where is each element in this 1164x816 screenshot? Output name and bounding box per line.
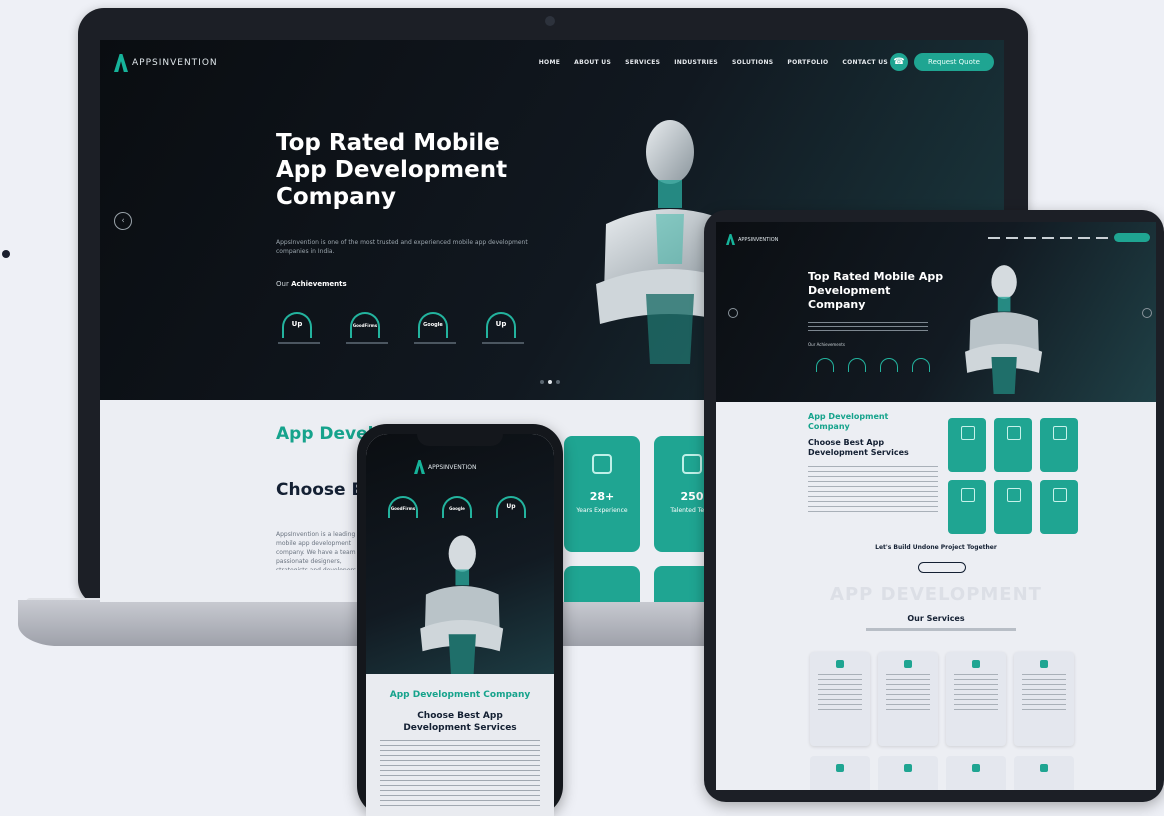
section-subheading: Choose Best App Development Services bbox=[276, 480, 366, 500]
nav-item-contact[interactable]: CONTACT US bbox=[842, 59, 888, 66]
badge-upwork: Up bbox=[278, 312, 320, 344]
phone-section-subheading: Choose Best App Development Services bbox=[403, 711, 517, 733]
tablet-tile bbox=[1040, 480, 1078, 534]
phone-badges: GoodFirms Google Up bbox=[388, 496, 526, 518]
tablet-services-desc bbox=[866, 628, 1016, 631]
request-quote-button[interactable]: Request Quote bbox=[914, 53, 994, 71]
service-card[interactable] bbox=[810, 756, 870, 790]
nav-item-industries[interactable]: INDUSTRIES bbox=[674, 59, 718, 66]
nav-menu: HOME ABOUT US SERVICES INDUSTRIES SOLUTI… bbox=[539, 59, 888, 66]
badge-label: Up bbox=[495, 320, 507, 328]
tablet-cta-button[interactable] bbox=[918, 562, 966, 573]
service-card[interactable] bbox=[1014, 652, 1074, 746]
laptop-camera bbox=[545, 16, 555, 26]
tablet-quote-button[interactable] bbox=[1114, 233, 1150, 242]
tablet-services-title: Our Services bbox=[907, 614, 965, 623]
phone-logo-text: APPSINVENTION bbox=[428, 463, 477, 471]
stat-number: 28+ bbox=[589, 490, 615, 503]
badge-label: Google bbox=[449, 506, 465, 511]
stat-tile-experience: 28+ Years Experience bbox=[564, 436, 640, 552]
stat-label: Years Experience bbox=[576, 507, 628, 514]
badge-label: Up bbox=[506, 503, 516, 510]
bullet-dot bbox=[2, 250, 10, 258]
phone-notch bbox=[417, 430, 503, 446]
phone-call-icon[interactable]: ☎ bbox=[890, 53, 908, 71]
achievements-prefix: Our bbox=[276, 280, 289, 288]
tablet-badges bbox=[816, 358, 930, 372]
tablet-hero: APPSINVENTION Top Rated Mobile App Devel… bbox=[716, 222, 1156, 402]
tablet-tile bbox=[994, 480, 1032, 534]
logo-mark-icon bbox=[414, 460, 425, 474]
team-icon bbox=[682, 454, 702, 474]
tablet-robot-illustration bbox=[965, 265, 1043, 394]
logo-mark-icon bbox=[726, 234, 735, 245]
site-logo[interactable]: APPSINVENTION bbox=[114, 54, 218, 72]
tablet-tile bbox=[1040, 418, 1078, 472]
service-card[interactable] bbox=[810, 652, 870, 746]
slider-dots[interactable] bbox=[540, 380, 560, 384]
tablet-tile bbox=[948, 480, 986, 534]
badge-upwork-2: Up bbox=[482, 312, 524, 344]
tablet-logo-text: APPSINVENTION bbox=[738, 236, 779, 243]
service-card[interactable] bbox=[946, 652, 1006, 746]
service-card[interactable] bbox=[878, 652, 938, 746]
tablet-screen: APPSINVENTION Top Rated Mobile App Devel… bbox=[716, 222, 1156, 790]
nav-item-portfolio[interactable]: PORTFOLIO bbox=[787, 59, 828, 66]
hero-title: Top Rated Mobile App Development Company bbox=[276, 130, 508, 210]
device-mockup-showcase: APPSINVENTION HOME ABOUT US SERVICES IND… bbox=[0, 0, 1164, 816]
stat-tile-3 bbox=[564, 566, 640, 602]
phone-screen: APPSINVENTION GoodFirms Google Up App De… bbox=[366, 434, 554, 816]
tablet-tile bbox=[994, 418, 1032, 472]
badge-label: Up bbox=[291, 320, 303, 328]
tablet-section-heading: App Development Company bbox=[808, 412, 889, 431]
top-navbar: APPSINVENTION HOME ABOUT US SERVICES IND… bbox=[100, 48, 1004, 78]
tablet-tile bbox=[948, 418, 986, 472]
phone-logo[interactable]: APPSINVENTION bbox=[414, 460, 476, 474]
tablet-section-subheading: Choose Best App Development Services bbox=[808, 438, 909, 457]
tablet-achievements: Our Achievements bbox=[808, 342, 845, 347]
nav-item-services[interactable]: SERVICES bbox=[625, 59, 660, 66]
nav-item-about[interactable]: ABOUT US bbox=[574, 59, 611, 66]
phone-section-heading: App Development Company bbox=[389, 690, 531, 700]
achievements-label: Our Achievements bbox=[276, 280, 347, 288]
phone-section-paragraph bbox=[380, 740, 540, 810]
nav-item-solutions[interactable]: SOLUTIONS bbox=[732, 59, 773, 66]
badge-upwork: Up bbox=[496, 496, 526, 518]
badge-google: Google bbox=[414, 312, 456, 344]
service-card[interactable] bbox=[1014, 756, 1074, 790]
logo-text: APPSINVENTION bbox=[132, 58, 218, 68]
badge-label: GoodFirms bbox=[390, 506, 416, 511]
tablet-next-arrow-icon[interactable] bbox=[1142, 308, 1152, 318]
tablet-prev-arrow-icon[interactable] bbox=[728, 308, 738, 318]
hero-subtitle: AppsInvention is one of the most trusted… bbox=[276, 239, 528, 255]
tablet-nav-menu[interactable] bbox=[988, 237, 1108, 239]
tablet-cta-text: Let's Build Undone Project Together bbox=[875, 544, 997, 551]
logo-mark-icon bbox=[114, 54, 128, 72]
badge-goodfirms: GoodFirms bbox=[346, 312, 388, 344]
tablet-hero-title: Top Rated Mobile App Development Company bbox=[808, 270, 944, 311]
tablet-hero-subtitle bbox=[808, 322, 928, 332]
hero-prev-arrow-icon[interactable]: ‹ bbox=[114, 212, 132, 230]
tablet-section-paragraph bbox=[808, 466, 938, 516]
badge-label: GoodFirms bbox=[352, 323, 378, 328]
tablet-logo[interactable]: APPSINVENTION bbox=[726, 234, 778, 245]
badge-label: Google bbox=[423, 322, 443, 328]
service-card[interactable] bbox=[878, 756, 938, 790]
phone-hero: APPSINVENTION GoodFirms Google Up bbox=[366, 434, 554, 674]
achievement-badges: Up GoodFirms Google Up bbox=[278, 312, 524, 344]
badge-google: Google bbox=[442, 496, 472, 518]
service-card[interactable] bbox=[946, 756, 1006, 790]
achievements-word: Achievements bbox=[291, 280, 347, 288]
phone-robot-illustration bbox=[420, 535, 504, 674]
section-paragraph: AppsInvention is a leading mobile app de… bbox=[276, 531, 363, 570]
badge-goodfirms: GoodFirms bbox=[388, 496, 418, 518]
phone-icon bbox=[592, 454, 612, 474]
tablet-ghost-text: APP DEVELOPMENT bbox=[830, 584, 1042, 605]
nav-item-home[interactable]: HOME bbox=[539, 59, 560, 66]
